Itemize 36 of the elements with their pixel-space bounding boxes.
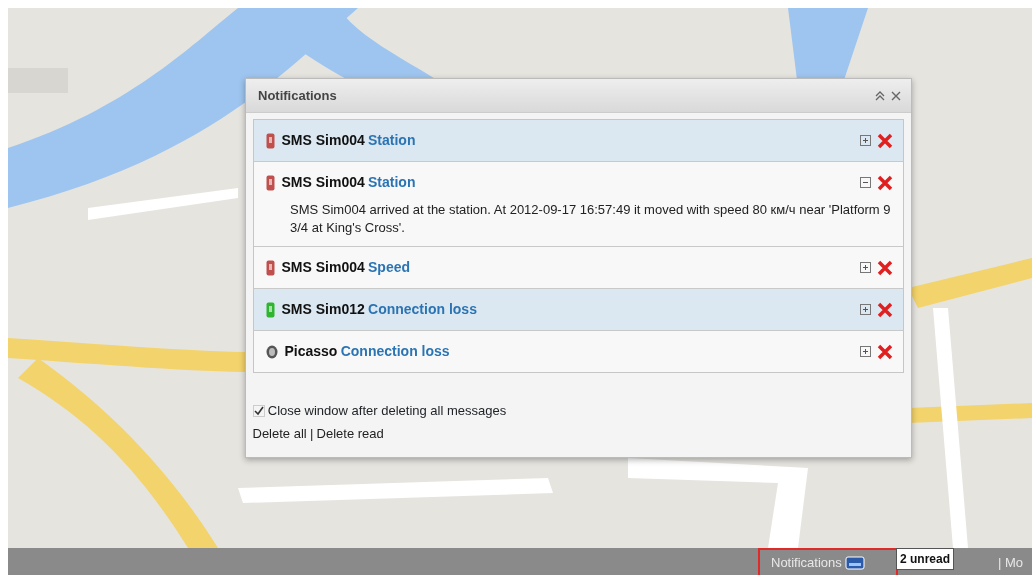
sender-name: SMS Sim004 — [281, 258, 365, 278]
delete-button[interactable] — [877, 343, 893, 360]
close-icon[interactable] — [891, 90, 901, 101]
expand-toggle[interactable] — [859, 135, 871, 146]
link[interactable]: Delete all — [252, 423, 307, 444]
sender-name: Picasso — [284, 342, 338, 362]
notification-row[interactable]: Picasso Connection loss — [254, 331, 903, 373]
event-type: Station — [368, 173, 416, 192]
expand-toggle[interactable] — [859, 346, 871, 358]
avatar-icon — [266, 344, 278, 359]
checkbox-label: Close window after deleting all messages — [267, 402, 507, 421]
message-text: SMS Sim004 arrived at the station. At 2012-09-17 16:57:49 it moved with speed 80 км/ч near 'Platform 9 3/4 at King's Cross'. — [289, 201, 892, 237]
expand-toggle[interactable] — [859, 262, 871, 274]
notification-row[interactable]: SMS Sim012 Connection loss — [254, 289, 903, 332]
sender-name: SMS Sim012 — [281, 300, 365, 320]
notification-row[interactable]: SMS Sim004 Station — [254, 120, 903, 162]
collapse-icon[interactable] — [874, 90, 885, 101]
sender-name: SMS Sim004 — [281, 173, 365, 192]
tooltip: 2 unread — [896, 548, 954, 570]
event-type: Connection loss — [340, 342, 450, 362]
notification-icon[interactable] — [845, 555, 866, 570]
sender-name: SMS Sim004 — [281, 131, 365, 150]
delete-button[interactable] — [877, 259, 893, 276]
notification-row[interactable]: SMS Sim004 Station SMS Sim004 arrived at the station. At 2012-09-17 16:57:49 it moved with speed 80 км/ч near 'Platform 9 3/4 at King's Cross'. — [254, 162, 903, 248]
delete-button[interactable] — [877, 301, 893, 318]
event-type: Speed — [368, 258, 411, 278]
delete-button[interactable] — [877, 174, 893, 191]
window-title: Notifications — [258, 86, 337, 105]
event-type: Station — [368, 131, 416, 150]
expand-toggle[interactable] — [859, 304, 871, 316]
event-type: Connection loss — [368, 300, 477, 320]
link[interactable]: Delete read — [316, 423, 384, 444]
separator: | — [309, 424, 314, 443]
delete-button[interactable] — [877, 132, 893, 149]
checkbox[interactable] — [252, 404, 265, 417]
collapse-toggle[interactable] — [859, 177, 871, 188]
